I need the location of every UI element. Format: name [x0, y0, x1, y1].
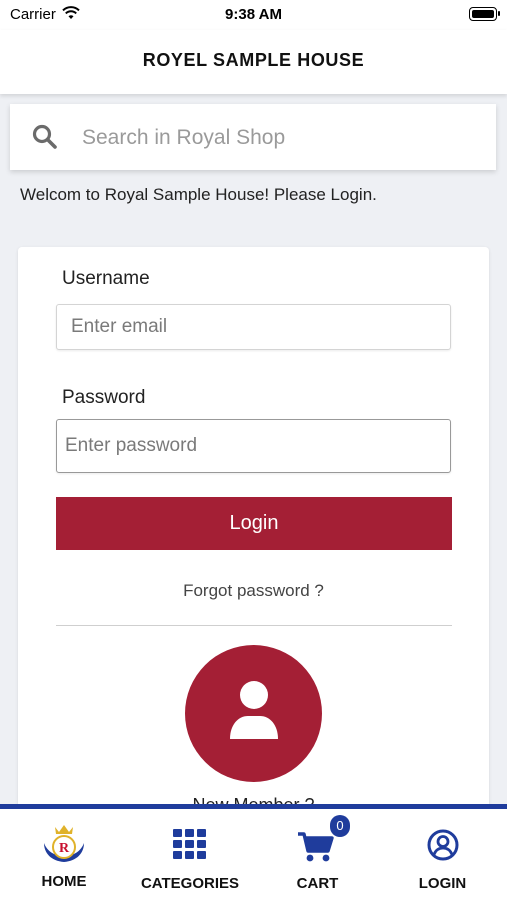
login-button[interactable]: Login	[56, 497, 452, 550]
username-label: Username	[62, 268, 150, 289]
divider	[56, 625, 452, 626]
username-field[interactable]	[56, 304, 451, 350]
tab-login-label: LOGIN	[418, 875, 467, 892]
user-circle-icon	[427, 829, 459, 866]
welcome-message: Welcom to Royal Sample House! Please Log…	[20, 185, 377, 204]
tab-categories[interactable]: CATEGORIES	[125, 809, 255, 900]
app-header: ROYEL SAMPLE HOUSE	[0, 30, 507, 94]
battery-icon	[469, 7, 500, 21]
avatar	[185, 645, 322, 782]
cart-icon	[297, 831, 334, 868]
login-card: Username Password Login Forgot password …	[18, 247, 489, 847]
password-label: Password	[62, 387, 146, 408]
royal-logo-icon: R	[41, 821, 87, 870]
tab-categories-label: CATEGORIES	[140, 875, 240, 892]
search-bar[interactable]	[10, 104, 496, 170]
search-icon	[32, 124, 58, 155]
user-icon	[230, 681, 278, 739]
tab-home[interactable]: R HOME	[14, 809, 114, 900]
svg-text:R: R	[59, 841, 70, 856]
cart-count-badge: 0	[330, 815, 350, 837]
tab-cart-label: CART	[296, 875, 339, 892]
tab-login[interactable]: LOGIN	[395, 809, 490, 900]
page-title: ROYEL SAMPLE HOUSE	[142, 50, 365, 70]
grid-icon	[173, 829, 207, 864]
bottom-tab-bar: R HOME CATEGORIES CART LOGIN	[0, 804, 507, 900]
search-input[interactable]	[80, 118, 474, 158]
clock: 9:38 AM	[225, 6, 282, 23]
password-field[interactable]	[56, 419, 451, 473]
status-bar: Carrier 9:38 AM	[0, 0, 507, 30]
tab-home-label: HOME	[41, 873, 87, 890]
forgot-password-link[interactable]: Forgot password ?	[18, 581, 489, 601]
